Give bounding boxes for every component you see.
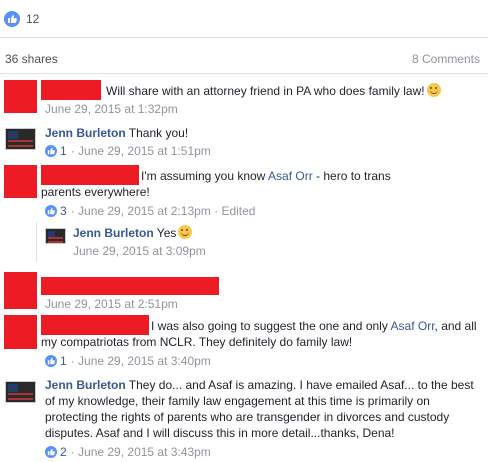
author-name-link[interactable]: Jenn Burleton (73, 226, 154, 240)
redacted-name (41, 80, 101, 100)
like-icon (45, 145, 57, 157)
author-name-link[interactable]: Jenn Burleton (45, 378, 126, 392)
comment-meta: 1 · June 29, 2015 at 3:40pm (45, 353, 211, 369)
comment-timestamp[interactable]: June 29, 2015 at 3:09pm (73, 243, 206, 259)
avatar-flag-icon (8, 131, 18, 139)
comment-6: I was also going to suggest the one and … (41, 319, 477, 349)
shares-link[interactable]: 36 shares (5, 52, 58, 66)
redacted-avatar (4, 272, 37, 309)
comment-like-count[interactable]: 2 (60, 444, 67, 460)
comment-timestamp[interactable]: · June 29, 2015 at 3:43pm (71, 444, 211, 460)
reply-comment: Jenn Burleton Yes (73, 225, 473, 241)
comment-like-count[interactable]: 1 (60, 353, 67, 369)
comment-text: Will share with an attorney friend in PA… (106, 84, 425, 98)
comments-count-link[interactable]: 8 Comments (412, 52, 480, 66)
comment-timestamp[interactable]: · June 29, 2015 at 3:40pm (71, 353, 211, 369)
avatar-flag-icon (8, 384, 18, 392)
comment-like-count[interactable]: 1 (60, 143, 67, 159)
comment-3: I'm assuming you know Asaf Orr - hero to… (41, 169, 391, 199)
like-icon (45, 205, 57, 217)
divider (0, 73, 488, 74)
comment-like-count[interactable]: 3 (60, 203, 67, 219)
comment-text: Yes (156, 226, 177, 240)
redacted-avatar (4, 80, 37, 113)
reply-thread-line (36, 222, 37, 262)
like-icon (4, 11, 20, 27)
comment-timestamp[interactable]: · June 29, 2015 at 2:13pm · Edited (71, 203, 256, 219)
avatar[interactable] (45, 228, 66, 244)
comment-meta: 2 · June 29, 2015 at 3:43pm (45, 444, 211, 460)
comment-meta: 3 · June 29, 2015 at 2:13pm · Edited (45, 203, 255, 219)
avatar[interactable] (5, 128, 36, 150)
comment-meta: 1 · June 29, 2015 at 1:51pm (45, 143, 211, 159)
divider (0, 37, 488, 38)
author-name-link[interactable]: Jenn Burleton (45, 126, 126, 140)
avatar[interactable] (5, 381, 36, 403)
like-icon (45, 355, 57, 367)
comment-1: Will share with an attorney friend in PA… (106, 83, 486, 99)
comment-timestamp[interactable]: June 29, 2015 at 1:32pm (45, 101, 178, 117)
mention-link-asaf-orr[interactable]: Asaf Orr (391, 319, 435, 333)
redacted-avatar (4, 315, 37, 349)
comment-7: Jenn Burleton They do... and Asaf is ama… (45, 377, 480, 441)
comment-text: Thank you! (128, 126, 189, 140)
likes-count: 12 (26, 12, 40, 26)
reaction-summary[interactable]: 12 (4, 9, 39, 29)
smile-emoji-icon (178, 225, 193, 239)
like-icon (45, 446, 57, 458)
comment-timestamp[interactable]: · June 29, 2015 at 1:51pm (71, 143, 211, 159)
mention-link-asaf-orr[interactable]: Asaf Orr (268, 169, 313, 183)
redacted-content (41, 277, 219, 295)
smile-emoji-icon (426, 83, 441, 97)
redacted-avatar (4, 165, 37, 198)
comment-timestamp[interactable]: June 29, 2015 at 2:51pm (45, 296, 178, 312)
comment-2: Jenn Burleton Thank you! (45, 125, 475, 141)
